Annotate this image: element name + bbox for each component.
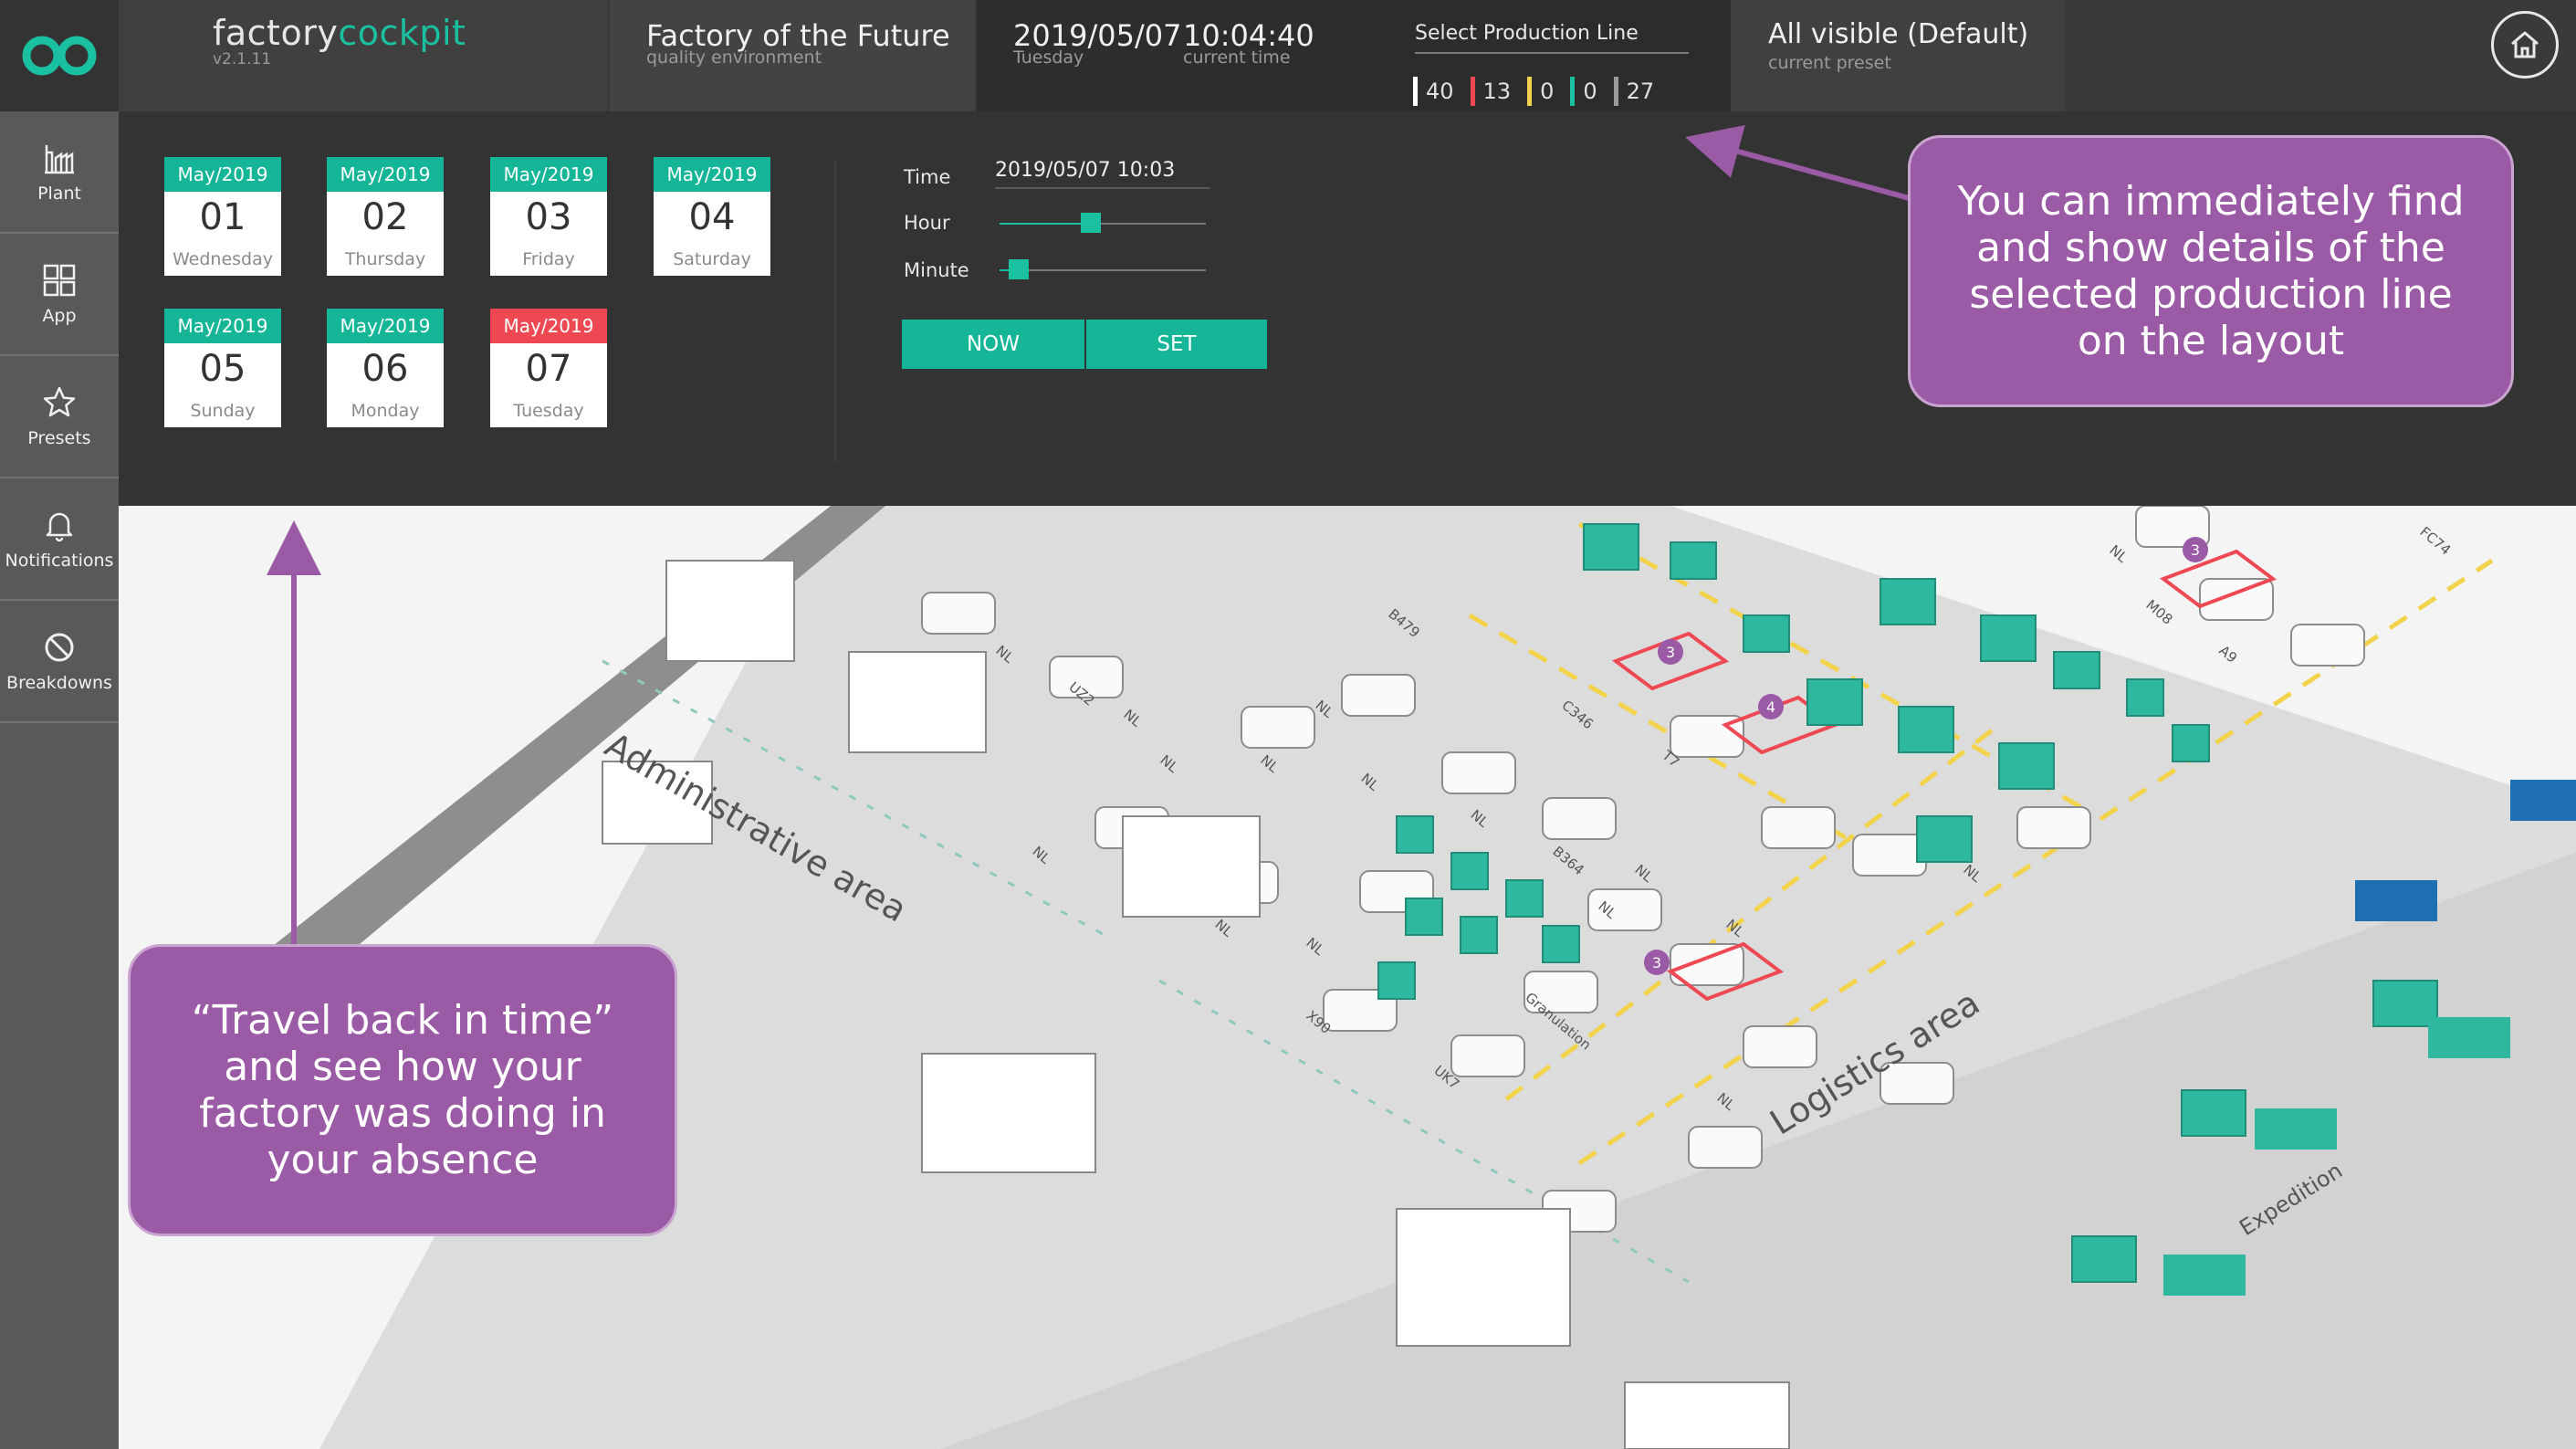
day-weekday: Sunday: [190, 401, 256, 421]
day-weekday: Wednesday: [172, 249, 273, 269]
day-month: May/2019: [490, 157, 607, 192]
day-tile[interactable]: May/2019 04 Saturday: [654, 157, 770, 276]
day-month: May/2019: [654, 157, 770, 192]
callout-find-line: You can immediately find and show detail…: [1908, 135, 2514, 407]
line-count[interactable]: 0: [1570, 77, 1597, 106]
status-color-bar: [1527, 77, 1533, 106]
select-line-label: Select Production Line: [1415, 22, 1639, 45]
brand-name: factorycockpit: [213, 13, 466, 53]
status-color-bar: [1613, 77, 1618, 106]
hour-slider-fill: [1000, 223, 1091, 225]
preset-value: All visible (Default): [1768, 18, 2029, 50]
home-icon: [2511, 31, 2539, 58]
app-logo[interactable]: [0, 0, 119, 111]
badge-count: 3: [1652, 954, 1661, 971]
app-grid-icon: [43, 264, 76, 297]
line-count-value: 27: [1626, 79, 1655, 104]
set-button[interactable]: SET: [1086, 320, 1267, 369]
day-month: May/2019: [490, 309, 607, 343]
line-count[interactable]: 13: [1470, 77, 1512, 106]
day-number: 03: [525, 196, 572, 238]
day-weekday: Thursday: [344, 249, 426, 269]
current-day: Tuesday: [1013, 47, 1084, 68]
sidebar-item-app[interactable]: App: [0, 234, 119, 356]
day-number: 04: [688, 196, 736, 238]
app-version: v2.1.11: [213, 50, 272, 68]
sidebar-item-plant[interactable]: Plant: [0, 111, 119, 234]
day-weekday: Friday: [522, 249, 575, 269]
hour-label: Hour: [904, 212, 950, 234]
day-tile-selected[interactable]: May/2019 07 Tuesday: [490, 309, 607, 427]
line-count-value: 0: [1540, 79, 1555, 104]
badge-count: 4: [1766, 698, 1775, 716]
sidebar-item-label: Notifications: [5, 551, 114, 571]
day-weekday: Monday: [351, 401, 420, 421]
day-tile[interactable]: May/2019 03 Friday: [490, 157, 607, 276]
status-color-bar: [1470, 77, 1475, 106]
minute-slider-handle[interactable]: [1009, 259, 1029, 279]
sidebar-item-label: App: [42, 306, 77, 326]
day-tile[interactable]: May/2019 05 Sunday: [164, 309, 281, 427]
hour-slider[interactable]: [1000, 213, 1206, 233]
star-icon: [43, 386, 76, 417]
sidebar-item-notifications[interactable]: Notifications: [0, 478, 119, 601]
line-status-counts: 40 13 0 0 27: [1413, 77, 1654, 106]
line-count[interactable]: 0: [1527, 77, 1554, 106]
sidebar-item-label: Plant: [37, 184, 81, 204]
day-month: May/2019: [164, 157, 281, 192]
day-number: 01: [199, 196, 246, 238]
time-label: Time: [904, 166, 951, 188]
sidebar-item-presets[interactable]: Presets: [0, 356, 119, 478]
status-color-bar: [1570, 77, 1576, 106]
day-tile[interactable]: May/2019 06 Monday: [327, 309, 444, 427]
home-button[interactable]: [2491, 11, 2559, 79]
hour-slider-handle[interactable]: [1081, 213, 1101, 233]
day-weekday: Tuesday: [513, 401, 584, 421]
panel-divider: [834, 161, 836, 462]
line-count-value: 13: [1482, 79, 1512, 104]
day-tile[interactable]: May/2019 02 Thursday: [327, 157, 444, 276]
plant-icon: [45, 145, 74, 174]
day-number: 06: [361, 348, 409, 390]
line-count-value: 40: [1426, 79, 1454, 104]
top-bar: factorycockpit v2.1.11 Factory of the Fu…: [0, 0, 2576, 111]
bell-icon: [46, 512, 73, 542]
preset-label: current preset: [1768, 53, 1891, 73]
now-button[interactable]: NOW: [902, 320, 1084, 369]
sidebar: Plant App Presets Notifications Breakdow…: [0, 111, 119, 1449]
day-tile[interactable]: May/2019 01 Wednesday: [164, 157, 281, 276]
select-line-underline: [1415, 52, 1689, 54]
minute-slider[interactable]: [1000, 259, 1206, 279]
day-number: 02: [361, 196, 409, 238]
line-count[interactable]: 40: [1413, 77, 1454, 106]
day-month: May/2019: [164, 309, 281, 343]
day-month: May/2019: [327, 157, 444, 192]
breakdown-icon: [45, 633, 74, 662]
infinity-logo-icon: [22, 36, 97, 76]
minute-label: Minute: [904, 259, 969, 281]
factory-subtitle: quality environment: [646, 47, 822, 68]
callout-travel-back: “Travel back in time” and see how your f…: [128, 944, 677, 1236]
line-count-value: 0: [1583, 79, 1597, 104]
sidebar-item-label: Presets: [27, 428, 91, 448]
day-weekday: Saturday: [673, 249, 751, 269]
day-number: 07: [525, 348, 572, 390]
status-color-bar: [1413, 77, 1418, 106]
badge-count: 3: [1666, 644, 1675, 661]
day-number: 05: [199, 348, 246, 390]
day-month: May/2019: [327, 309, 444, 343]
current-time-label: current time: [1183, 47, 1291, 68]
sidebar-item-label: Breakdowns: [6, 673, 112, 693]
sidebar-item-breakdowns[interactable]: Breakdowns: [0, 601, 119, 723]
badge-count: 3: [2191, 541, 2200, 559]
line-count[interactable]: 27: [1613, 77, 1655, 106]
time-field[interactable]: 2019/05/07 10:03: [995, 159, 1209, 189]
